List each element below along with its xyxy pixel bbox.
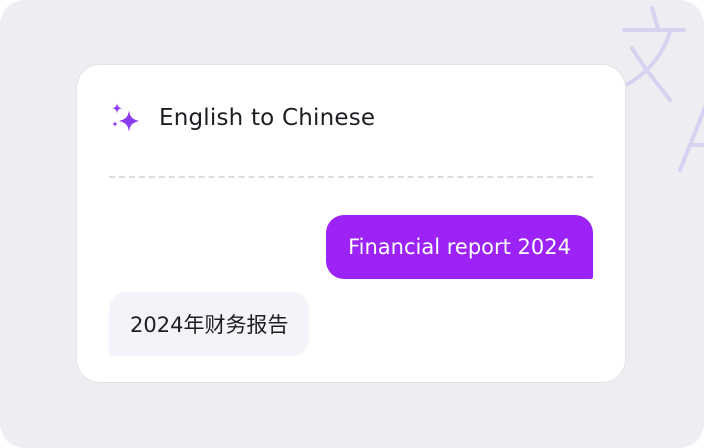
sparkle-icon bbox=[112, 103, 139, 132]
card-title: English to Chinese bbox=[159, 105, 376, 131]
background-frame: English to Chinese Financial report 2024… bbox=[0, 0, 704, 448]
source-text-bubble: Financial report 2024 bbox=[326, 215, 593, 279]
card-header: English to Chinese bbox=[109, 101, 375, 135]
dashed-divider bbox=[109, 176, 593, 178]
translated-text-bubble: 2024年财务报告 bbox=[109, 292, 310, 356]
translation-card: English to Chinese Financial report 2024… bbox=[76, 64, 626, 383]
